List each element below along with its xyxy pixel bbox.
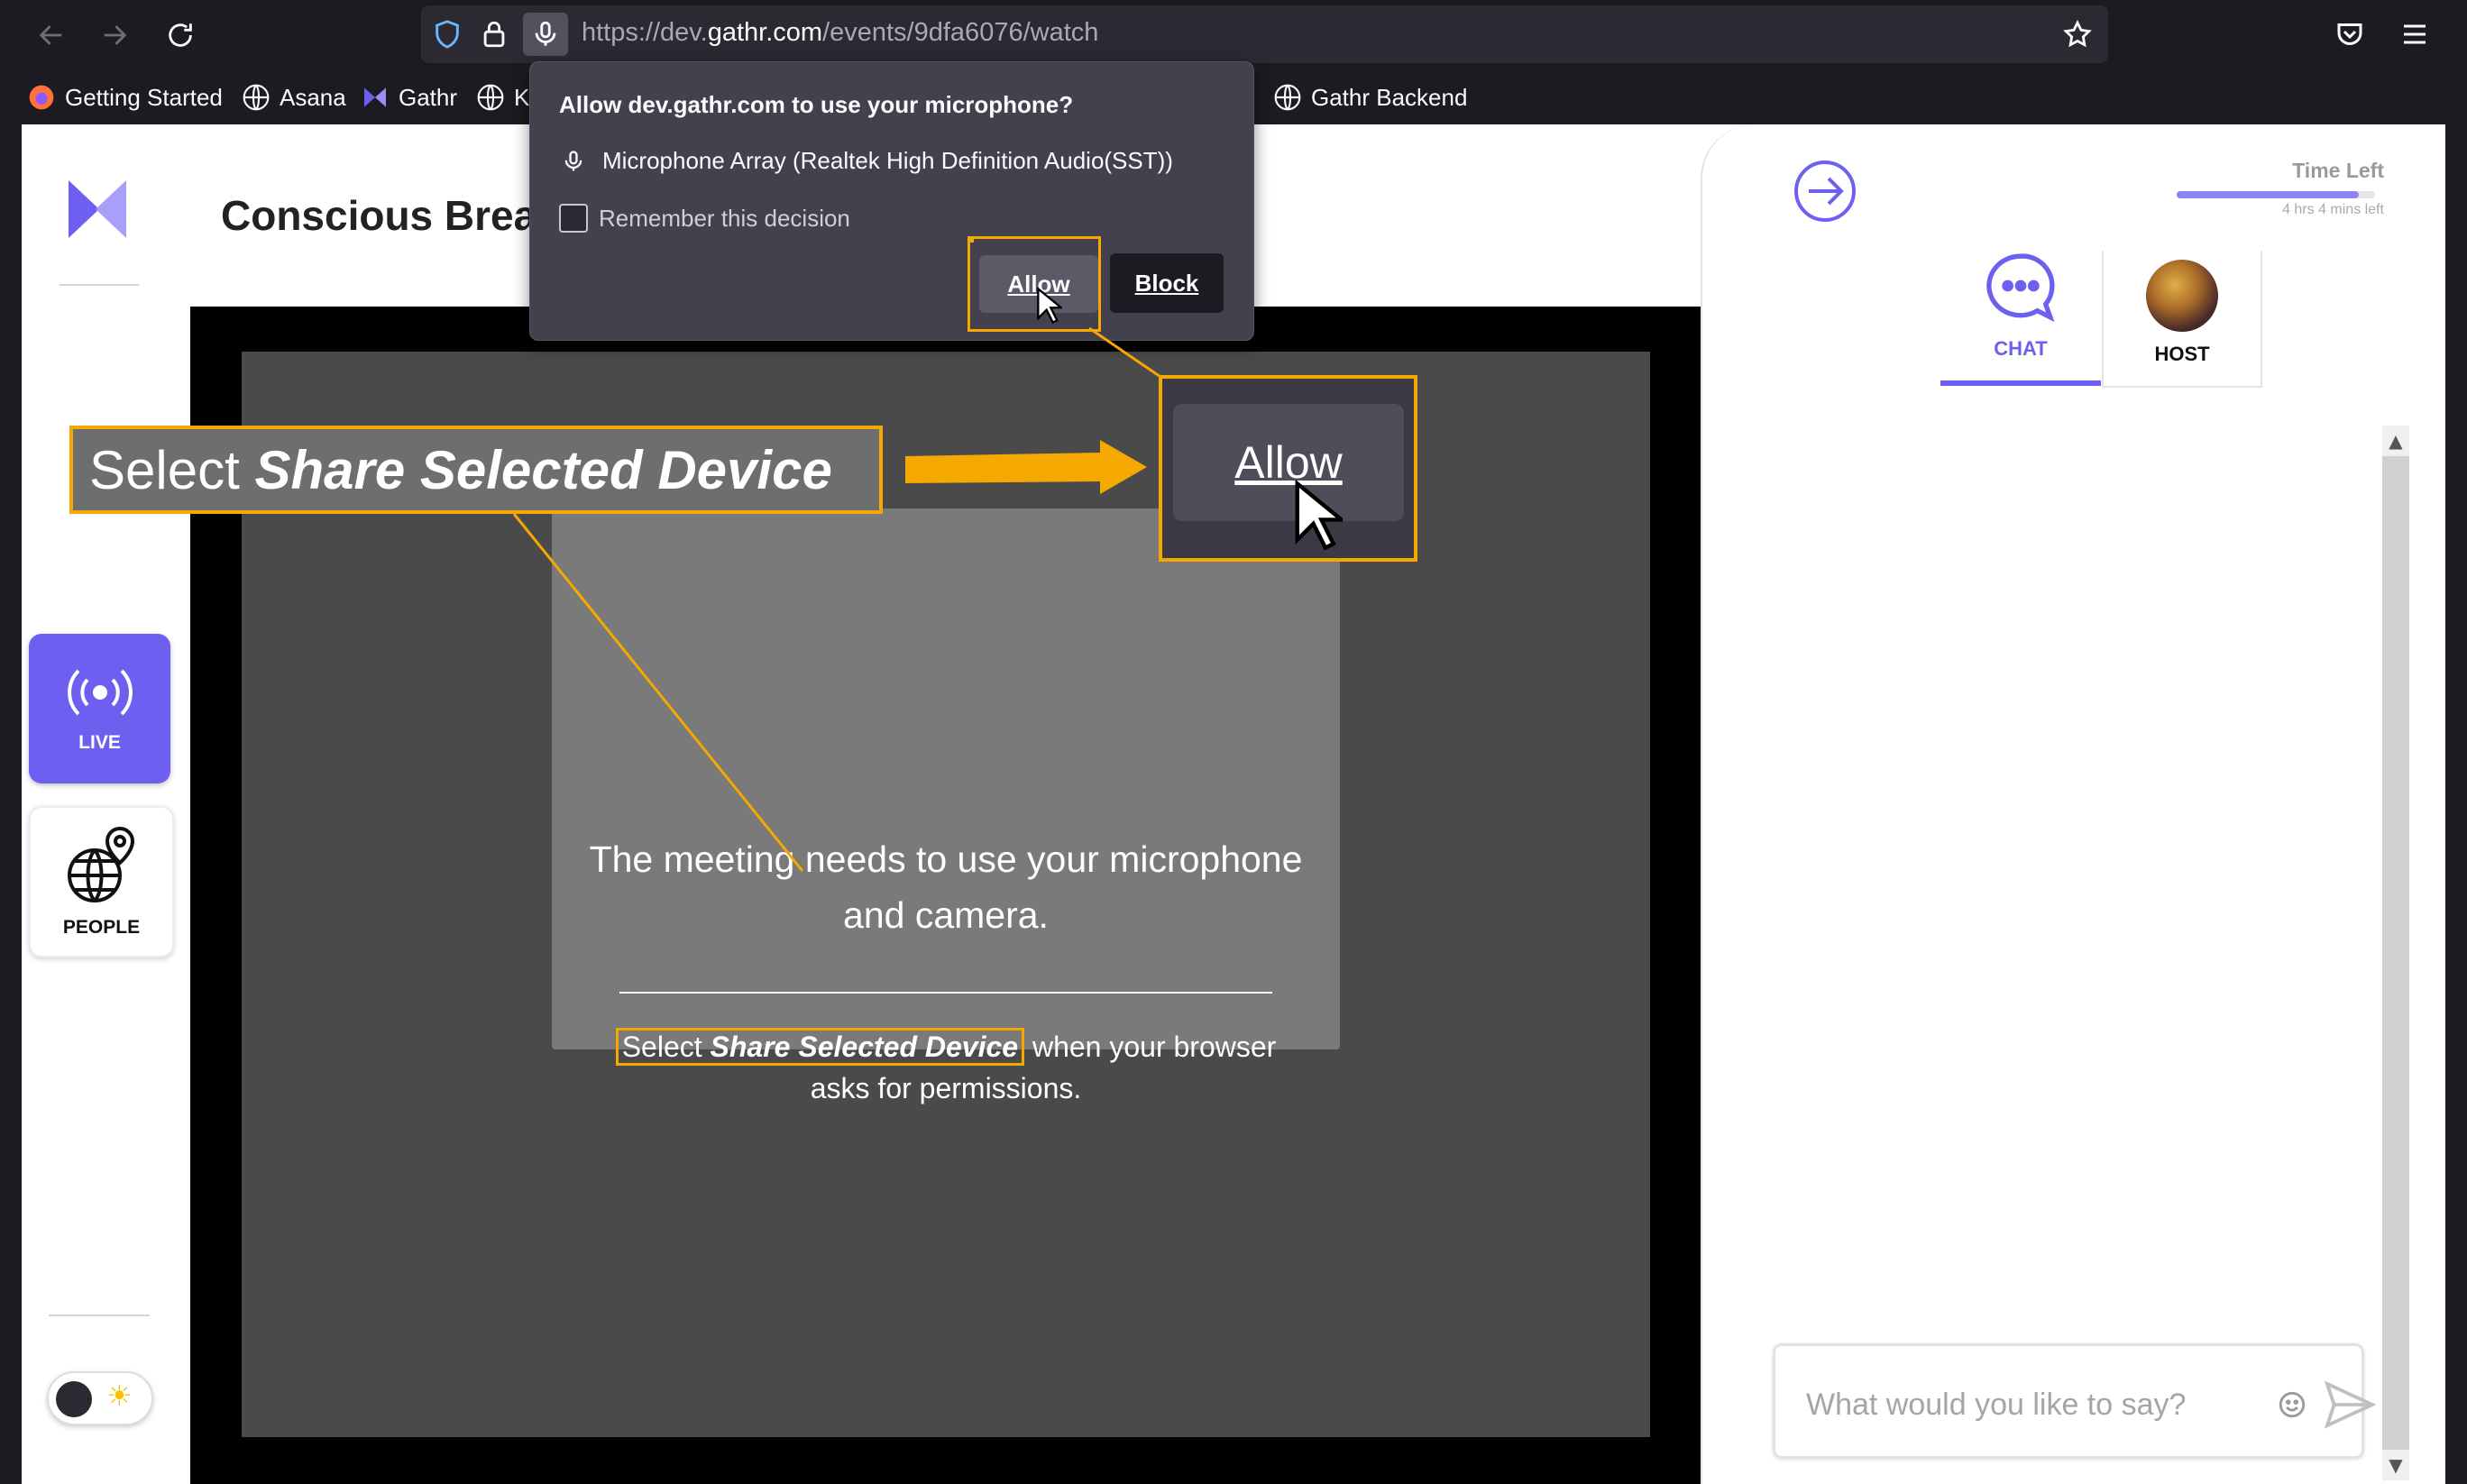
time-left-remaining: 4 hrs 4 mins left (2282, 202, 2384, 217)
scroll-up-arrow-icon[interactable]: ▲ (2382, 426, 2409, 456)
people-label: PEOPLE (62, 917, 141, 938)
time-left-bar-fill (2177, 191, 2360, 198)
sidebar-divider (49, 1315, 150, 1316)
live-button[interactable]: LIVE (29, 634, 170, 783)
permission-heading: The meeting needs to use your microphone… (589, 838, 1303, 936)
gathr-icon (364, 87, 386, 107)
time-left-bar (2177, 191, 2375, 198)
chat-input-placeholder: What would you like to say? (1806, 1388, 2187, 1422)
sidebar-divider (60, 284, 139, 286)
firefox-icon (29, 85, 54, 110)
url-text[interactable]: https://dev.gathr.com/events/9dfa6076/wa… (582, 18, 1098, 48)
globe-icon (1274, 84, 1301, 111)
broadcast-icon (67, 669, 133, 716)
block-button[interactable]: Block (1110, 253, 1224, 313)
chat-bubble-icon (1986, 253, 2055, 323)
highlighted-instruction: Select Share Selected Device (615, 1028, 1025, 1066)
cursor-icon (1037, 287, 1062, 325)
shield-icon[interactable] (432, 19, 463, 50)
cursor-icon (1295, 480, 1343, 551)
remember-decision-label[interactable]: Remember this decision (599, 205, 850, 233)
bookmark-label: Gathr (399, 83, 458, 111)
bookmark-label: Gathr Backend (1311, 83, 1468, 111)
popup-title: Allow dev.gathr.com to use your micropho… (559, 91, 1074, 118)
event-title: Conscious Brea (221, 192, 537, 239)
callout-select-text: Select (89, 439, 240, 500)
exit-arrow-icon[interactable] (1793, 159, 1857, 224)
bookmark-gathr[interactable]: Gathr (361, 79, 457, 115)
callout-instruction: Select Share Selected Device (69, 426, 883, 514)
globe-icon (477, 84, 504, 111)
bookmark-label: Asana (280, 83, 346, 111)
tab-chat[interactable]: CHAT (1940, 251, 2101, 386)
allow-zoom-button: Allow (1173, 404, 1404, 521)
microphone-permission-button[interactable] (523, 13, 568, 56)
live-label: LIVE (78, 732, 121, 753)
gathr-logo (69, 180, 126, 238)
theme-toggle[interactable]: ☀ (47, 1371, 153, 1425)
bookmark-gathr-backend[interactable]: Gathr Backend (1273, 79, 1467, 115)
scroll-down-arrow-icon[interactable]: ▼ (2382, 1450, 2409, 1480)
url-bar[interactable]: https://dev.gathr.com/events/9dfa6076/wa… (421, 5, 2108, 63)
globe-pin-icon (67, 826, 134, 902)
allow-highlight (968, 236, 1101, 332)
back-arrow-icon[interactable] (27, 11, 76, 60)
bookmark-asana[interactable]: Asana (242, 79, 346, 115)
permission-notice: The meeting needs to use your microphone… (552, 508, 1340, 1104)
host-avatar (2146, 260, 2218, 332)
chat-scrollbar[interactable]: ▲ ▼ (2382, 426, 2409, 1480)
bookmark-ki[interactable]: Ki (476, 79, 535, 115)
people-button[interactable]: PEOPLE (29, 806, 174, 957)
bookmark-star-icon[interactable] (2062, 19, 2093, 50)
remember-decision-checkbox[interactable] (559, 204, 588, 233)
permission-instruction: Select Share Selected Device when your b… (588, 1026, 1304, 1109)
microphone-icon (535, 21, 556, 46)
menu-icon[interactable] (2398, 18, 2431, 50)
time-left-label: Time Left (2292, 159, 2384, 182)
sun-icon: ☀ (106, 1379, 133, 1413)
allow-zoom-callout: Allow (1159, 375, 1417, 562)
microphone-device-name: Microphone Array (Realtek High Definitio… (602, 147, 1173, 174)
send-icon[interactable] (2324, 1380, 2376, 1429)
emoji-icon[interactable] (2277, 1389, 2307, 1420)
microphone-icon (564, 151, 582, 171)
divider (619, 992, 1272, 994)
toggle-knob (56, 1381, 92, 1417)
chat-input[interactable]: What would you like to say? (1773, 1343, 2376, 1459)
bookmark-getting-started[interactable]: Getting Started (27, 79, 223, 115)
tab-host[interactable]: HOST (2102, 251, 2262, 388)
side-panel: Time Left 4 hrs 4 mins left CHAT HOST ▲ … (1701, 124, 2445, 1484)
lock-icon[interactable] (479, 19, 509, 50)
globe-icon (243, 84, 270, 111)
pocket-icon[interactable] (2334, 18, 2366, 50)
forward-arrow-icon[interactable] (90, 11, 139, 60)
tab-chat-label: CHAT (1994, 337, 2048, 360)
callout-bold-text: Share Selected Device (254, 439, 832, 500)
reload-icon[interactable] (156, 11, 205, 60)
permission-popup: Allow dev.gathr.com to use your micropho… (529, 61, 1254, 341)
browser-toolbar: https://dev.gathr.com/events/9dfa6076/wa… (0, 0, 2467, 70)
tab-host-label: HOST (2154, 343, 2210, 365)
video-area: The meeting needs to use your microphone… (242, 352, 1650, 1437)
bookmark-label: Getting Started (65, 83, 223, 111)
